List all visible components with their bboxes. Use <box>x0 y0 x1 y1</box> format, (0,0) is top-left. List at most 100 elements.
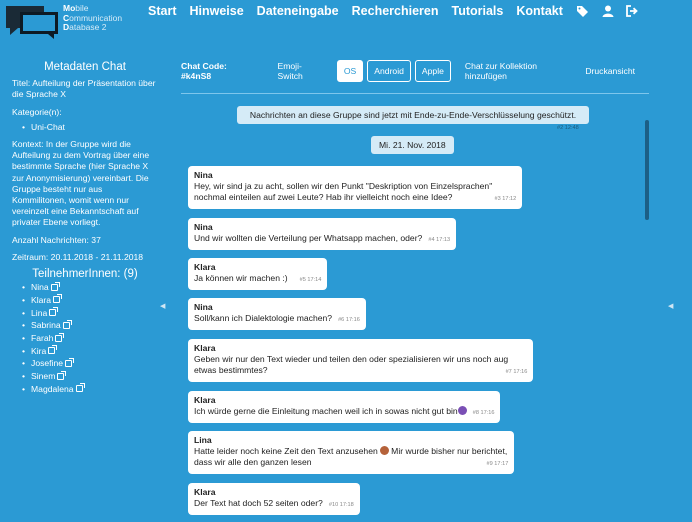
message-text: Hatte leider noch keine Zeit den Text an… <box>194 446 378 456</box>
chat-transcript: Nachrichten an diese Gruppe sind jetzt m… <box>181 100 649 522</box>
brand-rest-2: ommunication <box>69 12 123 23</box>
message-text: Soll/kann ich Dialektologie machen? <box>194 313 333 323</box>
collapse-sidebar-caret-icon[interactable]: ◀ <box>160 302 165 310</box>
emoji-icon <box>457 406 467 415</box>
message-meta: #6 17:16 <box>338 317 360 323</box>
participant-name: Farah <box>31 333 54 344</box>
chat-toolbar: Chat Code: #k4nS8 Emoji-Switch OS Androi… <box>181 58 649 84</box>
message-text: Ich würde gerne die Einleitung machen we… <box>194 406 458 416</box>
nav-hinweise[interactable]: Hinweise <box>189 4 243 18</box>
top-navigation: Mobile Communication Database 2 Start Hi… <box>0 0 692 42</box>
metadata-title: Metadaten Chat <box>44 61 126 73</box>
message-text: Hey, wir sind ja zu acht, sollen wir den… <box>194 181 493 191</box>
chat-message: Nina Und wir wollten die Verteilung per … <box>188 218 457 250</box>
chat-scrollbar[interactable] <box>645 120 649 220</box>
external-link-icon[interactable] <box>53 294 63 304</box>
message-sender: Klara <box>194 343 216 353</box>
message-sender: Klara <box>194 262 216 272</box>
message-sender: Nina <box>194 302 213 312</box>
external-link-icon[interactable] <box>57 370 67 380</box>
participant-item[interactable]: Magdalena <box>22 383 158 395</box>
external-link-icon[interactable] <box>65 357 75 367</box>
external-link-icon[interactable] <box>62 319 72 329</box>
categories-label: Kategorie(n): <box>12 106 62 117</box>
main-nav: Start Hinweise Dateneingabe Recherchiere… <box>148 4 650 18</box>
message-sender: Nina <box>194 170 213 180</box>
participant-item[interactable]: Sinem <box>22 370 158 382</box>
message-meta: #3 17:12 <box>494 196 517 202</box>
participant-item[interactable]: Klara <box>22 294 158 306</box>
participant-item[interactable]: Farah <box>22 332 158 344</box>
participant-name: Lina <box>31 307 48 318</box>
participant-item[interactable]: Josefine <box>22 357 158 369</box>
chat-title-meta: Titel: Aufteilung der Präsentation über … <box>12 78 156 100</box>
external-link-icon[interactable] <box>48 345 58 355</box>
emoji-apple-button[interactable]: Apple <box>414 60 451 82</box>
participant-name: Sinem <box>31 371 56 382</box>
metadata-sidebar: Metadaten Chat Titel: Aufteilung der Prä… <box>12 61 158 401</box>
message-meta: #8 17:16 <box>472 410 495 416</box>
nav-dateneingabe[interactable]: Dateneingabe <box>257 4 339 18</box>
message-text: nochmal einteilen auf zwei Leute? Hab ih… <box>194 192 453 202</box>
print-view-link[interactable]: Druckansicht <box>585 66 635 76</box>
participant-item[interactable]: Lina <box>22 307 158 319</box>
external-link-icon[interactable] <box>49 307 59 317</box>
chat-message: Nina Soll/kann ich Dialektologie machen?… <box>188 298 366 330</box>
message-meta: #5 17:14 <box>299 277 322 283</box>
message-meta: #10 17:18 <box>328 502 354 508</box>
emoji-os-button[interactable]: OS <box>336 60 364 82</box>
participant-name: Klara <box>31 294 52 305</box>
message-sender: Klara <box>194 395 216 405</box>
context-meta: Kontext: In der Gruppe wird die Aufteilu… <box>12 139 150 228</box>
external-link-icon[interactable] <box>55 332 65 342</box>
chat-message: Klara Geben wir nur den Text wieder und … <box>188 339 534 382</box>
nav-recherchieren[interactable]: Recherchieren <box>352 4 439 18</box>
logout-icon[interactable] <box>625 4 638 18</box>
system-message: Nachrichten an diese Gruppe sind jetzt m… <box>237 106 589 124</box>
system-message-meta: #2 12:48 <box>557 125 579 131</box>
participant-name: Josefine <box>31 358 64 369</box>
emoji-switch-label: Emoji-Switch <box>277 61 303 81</box>
nav-tutorials[interactable]: Tutorials <box>452 4 504 18</box>
chat-message: Klara Ja können wir machen :) #5 17:14 <box>188 258 328 290</box>
message-text: Der Text hat doch 52 seiten oder? <box>194 498 323 508</box>
chat-message: Nina Hey, wir sind ja zu acht, sollen wi… <box>188 166 523 209</box>
brand-name[interactable]: Mobile Communication Database 2 <box>63 3 123 33</box>
participant-name: Nina <box>31 282 49 293</box>
message-text: etwas bestimmtes? <box>194 365 268 375</box>
message-text: Und wir wollten die Verteilung per Whats… <box>194 233 423 243</box>
participant-item[interactable]: Sabrina <box>22 319 158 331</box>
message-count: Anzahl Nachrichten: 37 <box>12 234 101 245</box>
tags-icon[interactable] <box>576 4 590 18</box>
nav-start[interactable]: Start <box>148 4 176 18</box>
nav-kontakt[interactable]: Kontakt <box>516 4 563 18</box>
message-meta: #7 17:16 <box>505 369 528 375</box>
add-to-collection-link[interactable]: Chat zur Kollektion hinzufügen <box>465 61 571 81</box>
participant-name: Kira <box>31 345 47 356</box>
chat-message: Klara Ich würde gerne die Einleitung mac… <box>188 391 501 423</box>
time-range: Zeitraum: 20.11.2018 - 21.11.2018 <box>12 251 144 262</box>
message-sender: Nina <box>194 222 213 232</box>
toolbar-divider <box>181 93 649 94</box>
participants-list: Nina Klara Lina Sabrina Farah Kira Josef… <box>22 281 158 395</box>
user-icon[interactable] <box>602 4 614 18</box>
chat-bubbles-logo-icon[interactable] <box>4 4 60 40</box>
participant-item[interactable]: Kira <box>22 345 158 357</box>
message-sender: Klara <box>194 487 216 497</box>
message-text: Mir wurde bisher nur berichtet, <box>388 446 508 456</box>
external-link-icon[interactable] <box>50 281 60 291</box>
message-meta: #4 17:13 <box>428 237 451 243</box>
emoji-android-button[interactable]: Android <box>367 60 411 82</box>
message-text: Geben wir nur den Text wieder und teilen… <box>194 354 509 364</box>
participant-item[interactable]: Nina <box>22 281 158 293</box>
brand-initial-mo: Mo <box>63 3 76 13</box>
message-sender: Lina <box>194 435 212 445</box>
participant-name: Sabrina <box>31 320 61 331</box>
message-text: dass wir alle den ganzen lesen <box>194 457 312 467</box>
emoji-icon <box>379 446 389 455</box>
message-text: Ja können wir machen :) <box>194 273 288 283</box>
external-link-icon[interactable] <box>75 383 85 393</box>
chat-message: Klara Der Text hat doch 52 seiten oder? #… <box>188 483 360 515</box>
expand-panel-caret-icon[interactable]: ◀ <box>668 302 673 310</box>
message-meta: #9 17:17 <box>486 461 509 467</box>
